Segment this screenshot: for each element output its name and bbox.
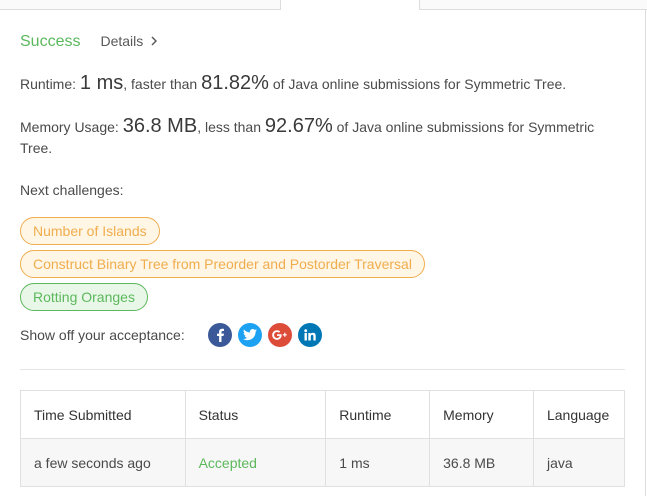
cell-runtime: 1 ms (325, 438, 431, 487)
memory-stat: Memory Usage: 36.8 MB, less than 92.67% … (20, 116, 620, 159)
memory-percent: 92.67% (264, 115, 333, 137)
panel-border (645, 10, 646, 496)
tab-description[interactable] (0, 0, 281, 10)
share-icons (207, 323, 328, 347)
runtime-stat: Runtime: 1 ms, faster than 81.82% of Jav… (20, 73, 620, 95)
linkedin-icon[interactable] (297, 323, 322, 347)
result-header: Success Details (20, 33, 158, 53)
details-label: Details (100, 33, 144, 49)
col-time-submitted: Time Submitted (20, 390, 186, 439)
share-row: Show off your acceptance: (20, 323, 328, 347)
memory-label: Memory Usage: (20, 119, 119, 135)
runtime-value: 1 ms (79, 72, 124, 94)
submissions-table: Time Submitted Status Runtime Memory Lan… (20, 390, 626, 487)
runtime-percent: 81.82% (201, 72, 269, 94)
runtime-suffix: of Java online submissions for Symmetric… (272, 76, 567, 92)
cell-status: Accepted (184, 438, 327, 487)
col-status: Status (184, 390, 327, 439)
col-language: Language (532, 390, 626, 439)
cell-memory: 36.8 MB (429, 438, 534, 487)
tab-bar (0, 0, 647, 10)
accepted-link[interactable]: Accepted (199, 455, 257, 471)
col-memory: Memory (429, 390, 534, 439)
share-label: Show off your acceptance: (20, 327, 185, 343)
tab-submissions[interactable] (419, 0, 647, 10)
twitter-icon[interactable] (237, 323, 262, 347)
table-row: a few seconds ago Accepted 1 ms 36.8 MB … (20, 438, 626, 487)
runtime-label: Runtime: (20, 76, 77, 92)
cell-language: java (532, 438, 626, 487)
details-link[interactable]: Details (100, 33, 158, 49)
facebook-icon[interactable] (207, 323, 232, 347)
tab-submission-result[interactable] (281, 0, 420, 10)
google-plus-icon[interactable] (267, 323, 292, 347)
chevron-right-icon (151, 35, 158, 49)
memory-value: 36.8 MB (122, 115, 198, 137)
cell-time: a few seconds ago (20, 438, 186, 487)
next-challenges-label: Next challenges: (20, 182, 124, 198)
challenge-number-of-islands[interactable]: Number of Islands (20, 217, 160, 245)
challenge-rotting-oranges[interactable]: Rotting Oranges (20, 283, 148, 311)
col-runtime: Runtime (325, 390, 431, 439)
section-divider (20, 369, 625, 370)
runtime-comparison: , faster than (123, 76, 198, 92)
table-header-row: Time Submitted Status Runtime Memory Lan… (20, 390, 626, 439)
status-success-text: Success (20, 33, 81, 50)
memory-comparison: , less than (197, 119, 262, 135)
challenge-construct-binary-tree[interactable]: Construct Binary Tree from Preorder and … (20, 250, 425, 278)
